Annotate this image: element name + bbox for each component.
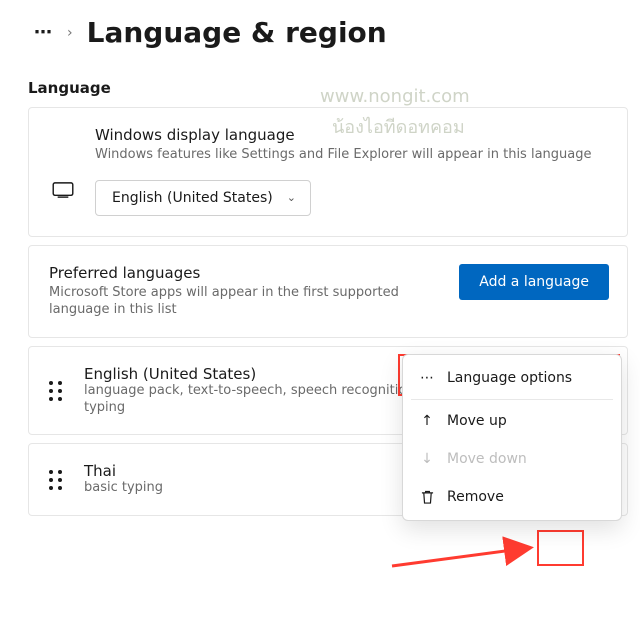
drag-handle-icon[interactable] bbox=[49, 381, 62, 401]
annotation-box bbox=[537, 530, 584, 566]
menu-item-label: Language options bbox=[447, 370, 572, 386]
monitor-icon bbox=[52, 182, 74, 198]
menu-move-up[interactable]: ↑ Move up bbox=[403, 402, 621, 440]
watermark-url: www.nongit.com bbox=[320, 86, 470, 107]
menu-divider bbox=[411, 399, 613, 400]
arrow-down-icon: ↓ bbox=[419, 451, 435, 467]
menu-item-label: Remove bbox=[447, 489, 504, 505]
menu-language-options[interactable]: ⋯ Language options bbox=[403, 359, 621, 397]
display-language-value: English (United States) bbox=[112, 190, 273, 206]
language-context-menu: ⋯ Language options ↑ Move up ↓ Move down… bbox=[402, 354, 622, 521]
menu-remove[interactable]: Remove bbox=[403, 478, 621, 516]
display-language-select[interactable]: English (United States) ⌄ bbox=[95, 180, 311, 216]
display-language-card: Windows display language Windows feature… bbox=[28, 107, 628, 237]
chevron-down-icon: ⌄ bbox=[287, 191, 296, 204]
menu-item-label: Move down bbox=[447, 451, 527, 467]
watermark-thai: น้องไอทีดอทคอม bbox=[332, 112, 465, 141]
menu-move-down: ↓ Move down bbox=[403, 440, 621, 478]
breadcrumb-more-icon[interactable]: ⋯ bbox=[34, 22, 53, 43]
annotation-arrow bbox=[388, 534, 538, 574]
menu-item-label: Move up bbox=[447, 413, 507, 429]
drag-handle-icon[interactable] bbox=[49, 470, 62, 490]
preferred-languages-subtitle: Microsoft Store apps will appear in the … bbox=[49, 284, 443, 319]
chevron-right-icon: › bbox=[67, 25, 73, 41]
page-title: Language & region bbox=[87, 16, 387, 49]
preferred-languages-card: Preferred languages Microsoft Store apps… bbox=[28, 245, 628, 338]
add-language-button[interactable]: Add a language bbox=[459, 264, 609, 300]
arrow-up-icon: ↑ bbox=[419, 413, 435, 429]
more-icon: ⋯ bbox=[419, 370, 435, 386]
breadcrumb: ⋯ › Language & region bbox=[0, 0, 640, 57]
display-language-subtitle: Windows features like Settings and File … bbox=[95, 146, 607, 164]
trash-icon bbox=[419, 490, 435, 505]
preferred-languages-title: Preferred languages bbox=[49, 264, 443, 282]
